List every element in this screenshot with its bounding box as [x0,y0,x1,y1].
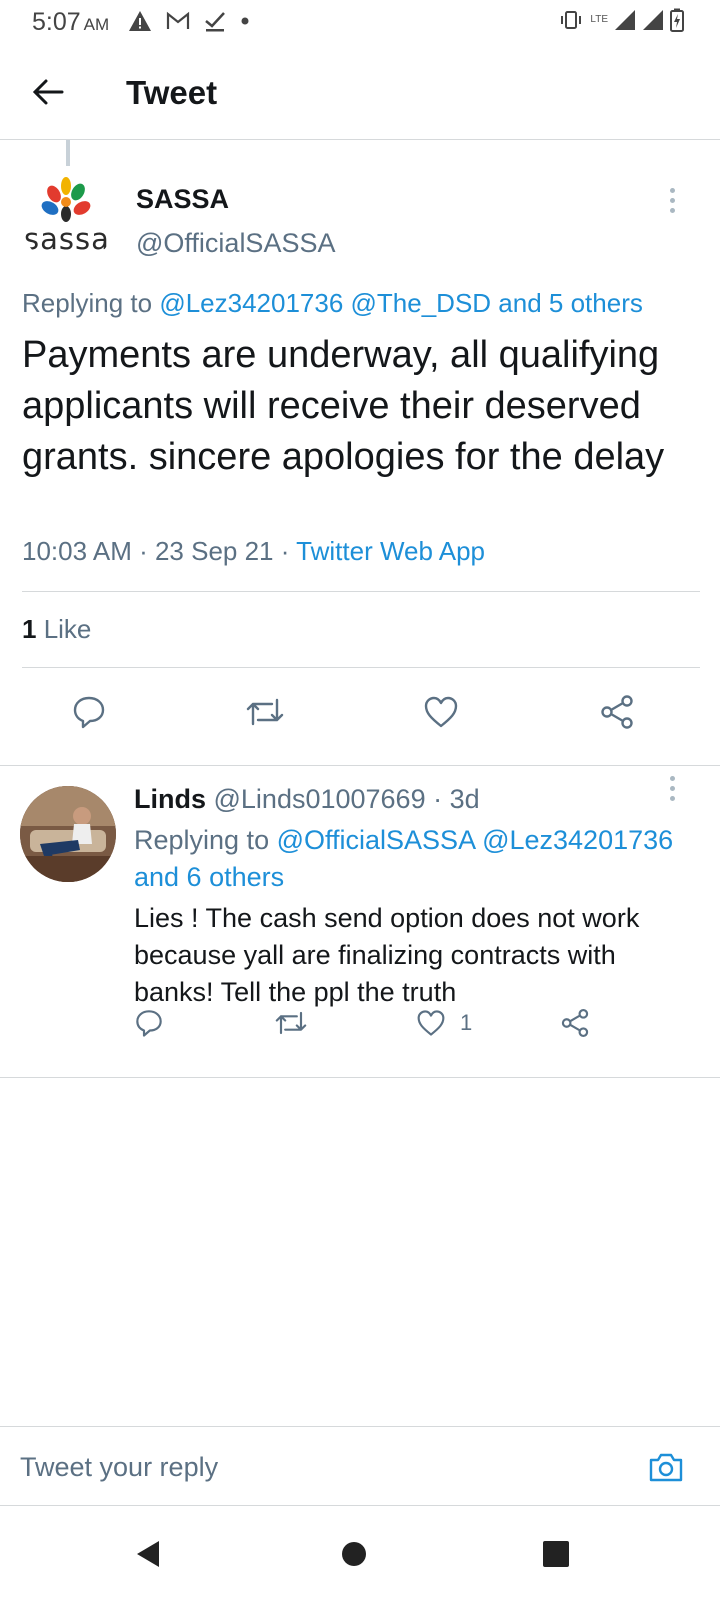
reply-text: Lies ! The cash send option does not wor… [134,903,640,1007]
thread-line [66,140,70,166]
camera-icon [649,1453,683,1482]
reply-tweet[interactable]: Linds @Linds01007669 · 3d Replying to @O… [0,766,720,1078]
nav-home-button[interactable] [334,1534,374,1574]
more-options-button[interactable] [660,770,684,806]
share-button[interactable] [560,1006,590,1040]
share-icon [561,1009,589,1037]
status-time: 5:07 AM [32,8,109,37]
signal-icon [643,10,663,30]
tweet-timestamp: 10:03 AM · 23 Sep 21 · [22,536,297,566]
status-bar: 5:07 AM LTE [0,0,720,48]
system-icons: LTE [558,8,684,32]
tweet-meta: 10:03 AM · 23 Sep 21 · Twitter Web App [22,536,485,567]
more-options-button[interactable] [660,182,684,218]
arrow-left-icon [32,79,64,105]
heart-icon [417,1010,445,1036]
reply-input[interactable] [20,1439,620,1495]
author-handle[interactable]: @OfficialSASSA [136,228,335,259]
author-name[interactable]: SASSA [136,184,229,215]
status-time-ampm: AM [83,15,110,34]
sassa-logo-icon [41,177,91,222]
reply-icon [73,696,105,729]
tweet-actions [0,680,720,744]
more-dot [669,207,675,213]
tweet-source-link[interactable]: Twitter Web App [296,536,485,566]
back-button[interactable] [28,72,68,112]
divider [22,591,700,592]
retweet-button[interactable] [245,692,285,732]
dot-icon [241,17,249,25]
retweet-icon [246,698,284,726]
avatar[interactable] [20,786,116,882]
check-icon [205,12,225,32]
likes-label: Like [36,614,92,644]
like-count: 1 [460,1010,473,1035]
gmail-icon [166,11,190,29]
replying-to-links[interactable]: @Lez34201736 @The_DSD and 5 others [159,288,643,318]
replying-prefix: Replying to [22,288,160,318]
reply-button[interactable] [134,1006,164,1040]
nav-recents-button[interactable] [536,1534,576,1574]
more-dot [669,187,675,193]
share-button[interactable] [597,692,637,732]
share-icon [601,695,633,729]
warning-icon [129,11,151,31]
page-title: Tweet [126,74,218,111]
reply-header: Linds @Linds01007669 · 3d [134,784,480,815]
like-button[interactable] [421,692,461,732]
more-dot [669,775,675,781]
square-recents-icon [543,1541,569,1567]
network-type: LTE [590,14,608,25]
more-dot [669,795,675,801]
replying-prefix: Replying to [134,825,277,855]
avatar-logo-text: sassa [24,222,110,256]
reply-author-name[interactable]: Linds [134,784,206,814]
status-time-value: 5:07 [32,8,81,36]
more-dot [669,785,675,791]
triangle-back-icon [137,1541,159,1567]
user-photo [20,786,116,882]
reply-button[interactable] [69,692,109,732]
replying-to: Replying to @OfficialSASSA @Lez34201736 … [134,822,694,896]
circle-home-icon [342,1542,366,1566]
reply-author-handle: @Linds01007669 · 3d [206,784,480,814]
camera-button[interactable] [646,1447,686,1487]
divider [22,667,700,668]
notification-icons [128,10,250,32]
reply-actions: 1 [0,1002,720,1046]
replying-to: Replying to @Lez34201736 @The_DSD and 5 … [22,288,643,319]
vibrate-icon [561,11,582,29]
signal-icon [615,10,635,30]
like-button[interactable]: 1 [416,1006,472,1040]
system-navigation-bar [0,1508,720,1600]
reply-icon [136,1010,162,1037]
compose-reply-bar [0,1426,720,1506]
more-dot [669,197,675,203]
app-header: Tweet [0,48,720,140]
retweet-button[interactable] [274,1006,308,1040]
main-tweet: sassa SASSA @OfficialSASSA Replying to @… [0,140,720,766]
retweet-icon [275,1011,307,1035]
likes-row[interactable]: 1 Like [22,614,91,645]
nav-back-button[interactable] [128,1534,168,1574]
likes-count: 1 [22,614,37,644]
avatar[interactable]: sassa [20,170,116,266]
battery-charging-icon [670,8,684,32]
heart-icon [424,696,458,728]
tweet-text: Payments are underway, all qualifying ap… [22,334,665,478]
